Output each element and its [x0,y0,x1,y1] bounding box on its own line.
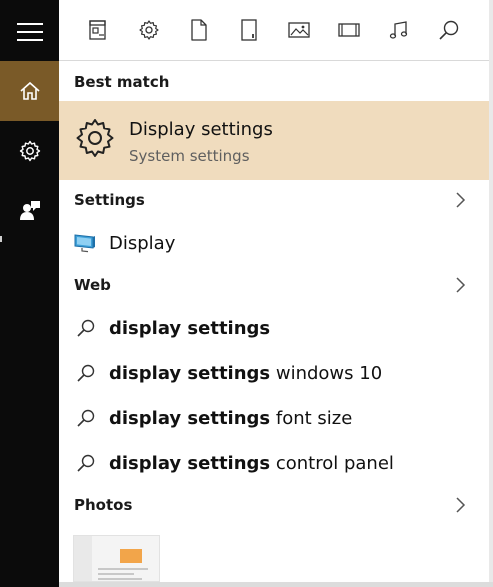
search-icon [77,454,95,472]
photos-section-header: Photos [74,496,133,514]
thumbnail-line [98,578,142,580]
filter-settings-button[interactable] [136,17,162,43]
settings-section-expand[interactable] [455,191,467,209]
filter-videos-button[interactable] [336,17,362,43]
music-icon [389,21,408,39]
sidebar-edge-mark [0,236,2,242]
window-right-edge [489,0,493,587]
thumbnail-sidebar [74,536,92,581]
search-results-panel: Best match Display settings System setti… [59,0,489,582]
feedback-button[interactable] [0,181,59,241]
web-section-expand[interactable] [455,276,467,294]
document-icon [191,19,207,41]
web-suggestion[interactable]: display settings font size [59,401,489,435]
photo-result-thumbnail[interactable] [73,535,160,582]
web-suggestion-text: display settings windows 10 [109,363,383,384]
search-icon [77,319,95,337]
web-suggestion[interactable]: display settings control panel [59,446,489,480]
filter-apps-button[interactable] [86,17,112,43]
settings-section-header: Settings [74,191,145,209]
settings-icon [139,20,159,40]
chevron-right-icon [456,192,466,208]
best-match-subtitle: System settings [129,147,250,165]
filter-web-button[interactable] [436,17,462,43]
chevron-right-icon [456,277,466,293]
settings-result-display[interactable]: Display [59,226,489,260]
home-button[interactable] [0,61,59,121]
home-icon [19,81,40,100]
filter-folders-button[interactable] [236,17,262,43]
search-icon [77,409,95,427]
web-suggestion[interactable]: display settings windows 10 [59,356,489,390]
best-match-title: Display settings [129,119,273,140]
settings-button[interactable] [0,121,59,181]
hamburger-menu-icon [16,23,43,41]
display-monitor-icon [74,234,95,253]
filter-photos-button[interactable] [286,17,312,43]
thumbnail-highlight [120,549,142,563]
web-section-header: Web [74,276,111,294]
thumbnail-line [98,573,134,575]
filter-music-button[interactable] [386,17,412,43]
search-filter-bar [59,0,489,61]
thumbnail-line [98,568,148,570]
web-suggestion[interactable]: display settings [59,311,489,345]
photo-icon [288,22,310,38]
best-match-header: Best match [74,73,170,91]
best-match-display-settings[interactable]: Display settings System settings [59,101,489,180]
web-suggestion-text: display settings control panel [109,453,394,474]
filter-documents-button[interactable] [186,17,212,43]
video-icon [338,23,360,37]
photos-section-expand[interactable] [455,496,467,514]
web-suggestion-text: display settings [109,318,271,339]
web-suggestion-text: display settings font size [109,408,353,429]
settings-result-label: Display [109,233,176,254]
chevron-right-icon [456,497,466,513]
search-icon [439,20,459,40]
window-bottom-edge [59,582,493,587]
hamburger-menu-button[interactable] [0,2,59,62]
search-icon [77,364,95,382]
start-sidebar [0,0,59,587]
apps-icon [89,20,106,40]
folder-device-icon [241,19,257,41]
settings-gear-icon [19,140,40,162]
settings-gear-icon [76,119,114,157]
user-feedback-icon [19,201,40,220]
